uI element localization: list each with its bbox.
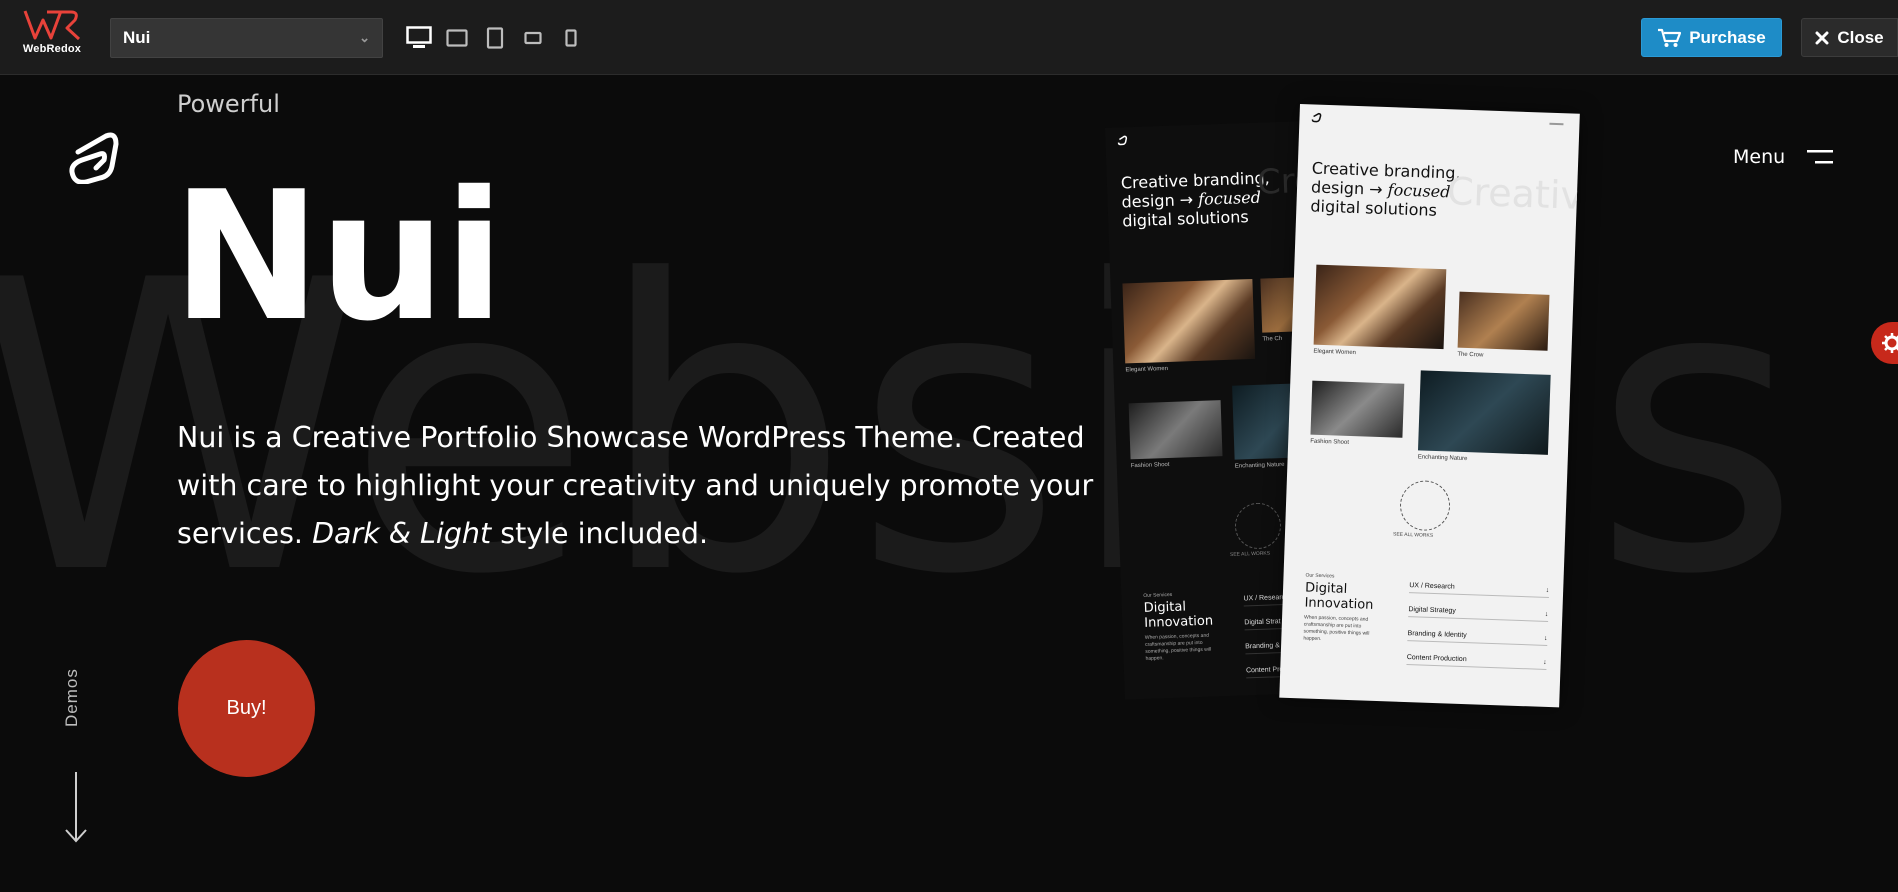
close-icon — [1815, 31, 1829, 44]
demos-scroll-link[interactable]: Demos — [62, 668, 82, 727]
gear-icon — [1882, 333, 1898, 353]
menu-button[interactable]: Menu — [1733, 146, 1834, 168]
photo-caption: Enchanting Nature — [1417, 454, 1468, 463]
hamburger-icon — [1807, 150, 1834, 164]
see-all-works-badge[interactable] — [1399, 479, 1451, 532]
hero-description: Nui is a Creative Portfolio Showcase Wor… — [177, 414, 1107, 558]
device-switcher — [405, 24, 585, 52]
nui-logo-icon — [1311, 112, 1322, 123]
demo-select[interactable]: Nui ⌄ — [110, 18, 383, 58]
desktop-icon[interactable] — [405, 24, 433, 52]
photo-elegant-women — [1122, 278, 1256, 364]
webredox-logo-mark — [23, 10, 81, 41]
description-italic: Dark & Light — [312, 517, 492, 550]
mobile-landscape-icon[interactable] — [519, 24, 547, 52]
service-row-digital-strategy[interactable]: Digital Strategy ↓ — [1408, 606, 1549, 622]
demo-select-value: Nui — [123, 28, 151, 47]
photo-caption: Elegant Women — [1313, 348, 1357, 357]
services-note: When passion, concepts and craftsmanship… — [1303, 614, 1370, 643]
nui-logo-icon — [1117, 135, 1128, 146]
close-button[interactable]: Close — [1801, 18, 1898, 57]
see-all-works-badge[interactable] — [1234, 502, 1282, 550]
faint-word: Creative — [1446, 169, 1580, 219]
nui-logo-icon — [69, 132, 119, 185]
see-all-text: SEE ALL WORKS — [1229, 550, 1271, 558]
photo-caption: The Crow — [1457, 351, 1484, 359]
photo-caption: Fashion Shoot — [1130, 461, 1170, 470]
cart-icon — [1658, 28, 1682, 47]
services-subtitle: Our Services — [1305, 572, 1335, 580]
arrow-down-icon — [65, 772, 87, 843]
close-label: Close — [1837, 27, 1884, 47]
purchase-button[interactable]: Purchase — [1641, 18, 1782, 57]
arrow-down-icon: ↓ — [1543, 658, 1547, 666]
service-row-content-production[interactable]: Content Production ↓ — [1406, 654, 1547, 670]
hero-title: Nui — [172, 153, 505, 360]
purchase-label: Purchase — [1689, 27, 1766, 47]
light-theme-preview: Creative branding, design → focused digi… — [1279, 104, 1580, 708]
photo-caption: Enchanting Nature — [1234, 461, 1285, 470]
logo-text: WebRedox — [22, 43, 82, 55]
photo-caption: The Ch — [1262, 335, 1283, 343]
tablet-landscape-icon[interactable] — [443, 24, 471, 52]
services-subtitle: Our Services — [1143, 591, 1173, 599]
photo-elegant-women — [1313, 264, 1447, 350]
photo-fashion-shoot — [1128, 400, 1223, 460]
menu-label: Menu — [1733, 146, 1786, 168]
photo-caption: Elegant Women — [1125, 365, 1169, 374]
arrow-down-icon: ↓ — [1545, 586, 1550, 594]
services-title: Digital Innovation — [1304, 580, 1374, 613]
services-title: Digital Innovation — [1143, 599, 1214, 631]
services-note: When passion, concepts and craftsmanship… — [1144, 632, 1212, 662]
arrow-down-icon: ↓ — [1544, 610, 1549, 618]
service-row-branding-identity[interactable]: Branding & Identity ↓ — [1407, 630, 1548, 646]
webredox-logo[interactable]: WebRedox — [16, 8, 88, 68]
photo-the-crow — [1457, 291, 1550, 351]
preview-toolbar: WebRedox Nui ⌄ Purchase Close — [0, 0, 1898, 75]
service-row-ux-research[interactable]: UX / Research ↓ — [1408, 582, 1550, 598]
tablet-portrait-icon[interactable] — [481, 24, 509, 52]
hero-eyebrow: Powerful — [177, 90, 280, 118]
buy-button[interactable]: Buy! — [178, 640, 315, 777]
settings-toggle[interactable] — [1871, 322, 1898, 364]
preview-headline: Creative branding, design → focused digi… — [1120, 168, 1270, 231]
preview-menu-dot — [1549, 122, 1564, 126]
photo-enchanting-nature — [1417, 370, 1551, 455]
photo-fashion-shoot — [1310, 380, 1405, 438]
chevron-down-icon: ⌄ — [359, 30, 370, 45]
mobile-portrait-icon[interactable] — [557, 24, 585, 52]
photo-caption: Fashion Shoot — [1310, 438, 1350, 446]
nui-logo[interactable] — [66, 126, 126, 189]
see-all-text: SEE ALL WORKS — [1392, 531, 1434, 539]
arrow-down-icon: ↓ — [1543, 634, 1548, 642]
preview-headline: Creative branding, design → focused digi… — [1310, 158, 1461, 220]
description-tail: style included. — [500, 517, 709, 550]
